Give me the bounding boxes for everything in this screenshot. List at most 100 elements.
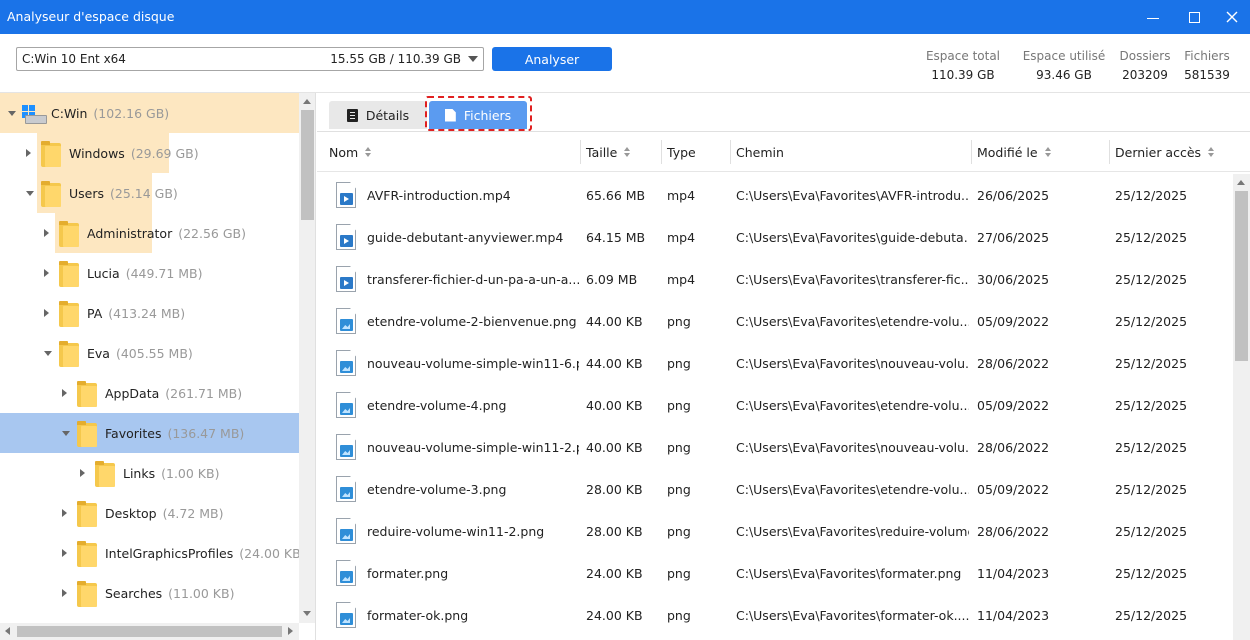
table-row[interactable]: AVFR-introduction.mp4 65.66 MB mp4 C:\Users… xyxy=(317,174,1233,216)
scroll-thumb[interactable] xyxy=(301,110,314,220)
cell-path: C:\Users\Eva\Favorites\guide-debuta... xyxy=(736,230,969,245)
analyze-button[interactable]: Analyser xyxy=(492,47,612,71)
window-title: Analyseur d'espace disque xyxy=(7,9,175,24)
expand-toggle[interactable] xyxy=(62,388,72,398)
column-header-accessed[interactable]: Dernier accès xyxy=(1115,132,1215,172)
column-header-name[interactable]: Nom xyxy=(329,132,372,172)
scroll-up-icon[interactable] xyxy=(303,99,311,104)
column-header-size[interactable]: Taille xyxy=(586,132,631,172)
tree-item-pa[interactable]: PA (413.24 MB) xyxy=(0,293,299,333)
tab-details[interactable]: Détails xyxy=(329,101,427,129)
tree-item-lucia[interactable]: Lucia (449.71 MB) xyxy=(0,253,299,293)
column-header-modified[interactable]: Modifié le xyxy=(977,132,1052,172)
table-row[interactable]: guide-debutant-anyviewer.mp4 64.15 MB mp4 C… xyxy=(317,216,1233,258)
tree-item-intelgraphicsprofiles[interactable]: IntelGraphicsProfiles (24.00 KB) xyxy=(0,533,306,573)
chevron-down-icon xyxy=(62,431,70,436)
column-header-type[interactable]: Type xyxy=(667,132,696,172)
folder-icon xyxy=(77,381,97,407)
tree-item-label: PA (413.24 MB) xyxy=(87,306,186,321)
scroll-left-icon[interactable] xyxy=(5,627,10,635)
table-header: Nom Taille Type Chemin Modifié le Dernie… xyxy=(317,132,1250,172)
column-divider[interactable] xyxy=(730,140,731,164)
chevron-right-icon xyxy=(62,549,67,557)
toolbar: C:Win 10 Ent x64 15.55 GB / 110.39 GB An… xyxy=(0,34,1250,93)
cell-path: C:\Users\Eva\Favorites\transferer-fic... xyxy=(736,272,969,287)
column-divider[interactable] xyxy=(1109,140,1110,164)
scroll-down-icon[interactable] xyxy=(303,611,311,616)
expand-toggle[interactable] xyxy=(44,308,54,318)
expand-toggle[interactable] xyxy=(62,548,72,558)
stat-label: Dossiers xyxy=(1119,49,1171,63)
tree-item-links[interactable]: Links (1.00 KB) xyxy=(0,453,299,493)
expand-toggle[interactable] xyxy=(80,468,90,478)
tree-item-searches[interactable]: Searches (11.00 KB) xyxy=(0,573,299,613)
video-file-icon xyxy=(336,224,356,250)
view-tabs: Détails Fichiers xyxy=(317,93,1250,132)
column-header-path[interactable]: Chemin xyxy=(736,132,784,172)
table-row[interactable]: etendre-volume-3.png 28.00 KB png C:\Users\… xyxy=(317,468,1233,510)
table-row[interactable]: etendre-volume-2-bienvenue.png 44.00 KB pn… xyxy=(317,300,1233,342)
drive-select[interactable]: C:Win 10 Ent x64 15.55 GB / 110.39 GB xyxy=(16,47,484,71)
tree-item-users[interactable]: Users (25.14 GB) xyxy=(0,173,299,213)
table-row[interactable]: formater.png 24.00 KB png C:\Users\Eva\Favo… xyxy=(317,552,1233,594)
cell-accessed: 25/12/2025 xyxy=(1115,314,1188,329)
tree-item-desktop[interactable]: Desktop (4.72 MB) xyxy=(0,493,299,533)
folder-icon xyxy=(41,141,61,167)
cell-size: 28.00 KB xyxy=(586,482,643,497)
tree-item-drive[interactable]: C:Win (102.16 GB) xyxy=(0,93,299,133)
expand-toggle[interactable] xyxy=(62,508,72,518)
expand-toggle[interactable] xyxy=(44,268,54,278)
cell-size: 40.00 KB xyxy=(586,440,643,455)
cell-type: png xyxy=(667,314,691,329)
expand-toggle[interactable] xyxy=(62,588,72,598)
file-list-vertical-scrollbar[interactable] xyxy=(1233,174,1250,640)
chevron-right-icon xyxy=(26,149,31,157)
tree-item-administrator[interactable]: Administrator (22.56 GB) xyxy=(0,213,299,253)
scroll-thumb[interactable] xyxy=(1235,191,1248,361)
cell-size: 65.66 MB xyxy=(586,188,646,203)
tree-item-windows[interactable]: Windows (29.69 GB) xyxy=(0,133,299,173)
maximize-icon xyxy=(1188,11,1200,23)
cell-accessed: 25/12/2025 xyxy=(1115,482,1188,497)
tree-horizontal-scrollbar[interactable] xyxy=(0,623,299,640)
image-file-icon xyxy=(336,602,356,628)
tree-item-favorites[interactable]: Favorites (136.47 MB) xyxy=(0,413,299,453)
tree-item-eva[interactable]: Eva (405.55 MB) xyxy=(0,333,299,373)
expand-toggle[interactable] xyxy=(26,188,36,198)
table-row[interactable]: reduire-volume-win11-2.png 28.00 KB png C:\… xyxy=(317,510,1233,552)
expand-toggle[interactable] xyxy=(62,428,72,438)
maximize-button[interactable] xyxy=(1174,0,1214,34)
cell-modified: 26/06/2025 xyxy=(977,188,1050,203)
minimize-button[interactable] xyxy=(1133,0,1173,34)
expand-toggle[interactable] xyxy=(8,108,18,118)
column-divider[interactable] xyxy=(580,140,581,164)
cell-type: mp4 xyxy=(667,188,696,203)
tree-item-label: Eva (405.55 MB) xyxy=(87,346,193,361)
column-divider[interactable] xyxy=(971,140,972,164)
cell-name: etendre-volume-4.png xyxy=(367,398,507,413)
column-divider[interactable] xyxy=(661,140,662,164)
tree-item-appdata[interactable]: AppData (261.71 MB) xyxy=(0,373,299,413)
scroll-thumb[interactable] xyxy=(17,626,282,637)
scroll-right-icon[interactable] xyxy=(288,627,293,635)
tree-item-label: Desktop (4.72 MB) xyxy=(105,506,224,521)
scroll-up-icon[interactable] xyxy=(1237,180,1245,185)
expand-toggle[interactable] xyxy=(44,348,54,358)
stat-label: Espace total xyxy=(925,49,1001,63)
cell-type: mp4 xyxy=(667,230,696,245)
stat-label: Espace utilisé xyxy=(1022,49,1106,63)
table-row[interactable]: nouveau-volume-simple-win11-6.p... 44.00 … xyxy=(317,342,1233,384)
close-button[interactable] xyxy=(1212,0,1250,34)
tab-label: Détails xyxy=(365,107,410,123)
tree-vertical-scrollbar[interactable] xyxy=(299,93,315,623)
table-row[interactable]: nouveau-volume-simple-win11-2.p... 40.00 … xyxy=(317,426,1233,468)
table-row[interactable]: formater-ok.png 24.00 KB png C:\Users\Eva\F… xyxy=(317,594,1233,636)
chevron-right-icon xyxy=(62,509,67,517)
expand-toggle[interactable] xyxy=(26,148,36,158)
expand-toggle[interactable] xyxy=(44,228,54,238)
table-row[interactable]: etendre-volume-4.png 40.00 KB png C:\Users\… xyxy=(317,384,1233,426)
cell-accessed: 25/12/2025 xyxy=(1115,440,1188,455)
cell-path: C:\Users\Eva\Favorites\formater-ok.... xyxy=(736,608,969,623)
cell-type: png xyxy=(667,440,691,455)
table-row[interactable]: transferer-fichier-d-un-pa-a-un-a... 6.09… xyxy=(317,258,1233,300)
